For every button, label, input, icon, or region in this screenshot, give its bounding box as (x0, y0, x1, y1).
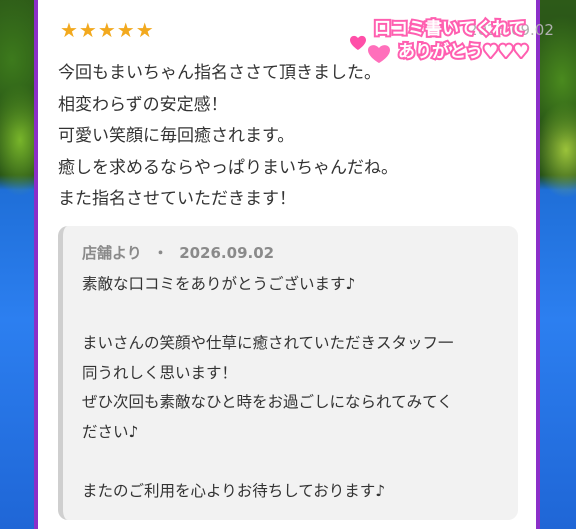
reply-line: まいさんの笑顔や仕草に癒されていただきスタッフ一 (82, 334, 454, 352)
review-line: また指名させていただきます！ (58, 189, 296, 209)
shop-reply: 店舗より ・ 2026.09.02 素敵な口コミをありがとうございます♪ まいさ… (58, 226, 518, 520)
review-text: 今回もまいちゃん指名ささて頂きました。 相変わらずの安定感！ 可愛い笑顔に毎回癒… (58, 58, 518, 216)
reply-separator: ・ (152, 244, 168, 262)
rating-stars: ★★★★★ (60, 18, 155, 42)
reply-line: またのご利用を心よりお待ちしております♪ (82, 481, 386, 500)
review-line: 今回もまいちゃん指名ささて頂きました。 (58, 63, 381, 83)
reply-header: 店舗より ・ 2026.09.02 (82, 242, 274, 263)
review-line: 可愛い笑顔に毎回癒されます。 (58, 126, 295, 146)
reply-blank-line (82, 300, 512, 330)
reply-author: 店舗より (82, 244, 142, 262)
reply-line: 同うれしく思います！ (82, 363, 238, 382)
review-line: 相変わらずの安定感！ (58, 94, 228, 115)
review-line: 癒しを求めるならやっぱりまいちゃんだね。 (58, 157, 398, 178)
reply-text: 素敵な口コミをありがとうございます♪ まいさんの笑顔や仕草に癒されていただきスタ… (82, 270, 512, 506)
reply-date: 2026.09.02 (179, 244, 275, 262)
review-card: ★★★★★ 2026.09.02 口コミ書いてくれて ありがとう♥♥♥ 今回もま… (34, 0, 554, 529)
badge-line-1: 口コミ書いてくれて (374, 18, 525, 39)
reply-blank-line (82, 447, 512, 477)
reply-line: 素敵な口コミをありがとうございます♪ (82, 275, 356, 293)
reply-line: ぜひ次回も素敵なひと時をお過ごしになられてみてく (82, 393, 453, 411)
reply-line: ださい♪ (82, 422, 139, 441)
